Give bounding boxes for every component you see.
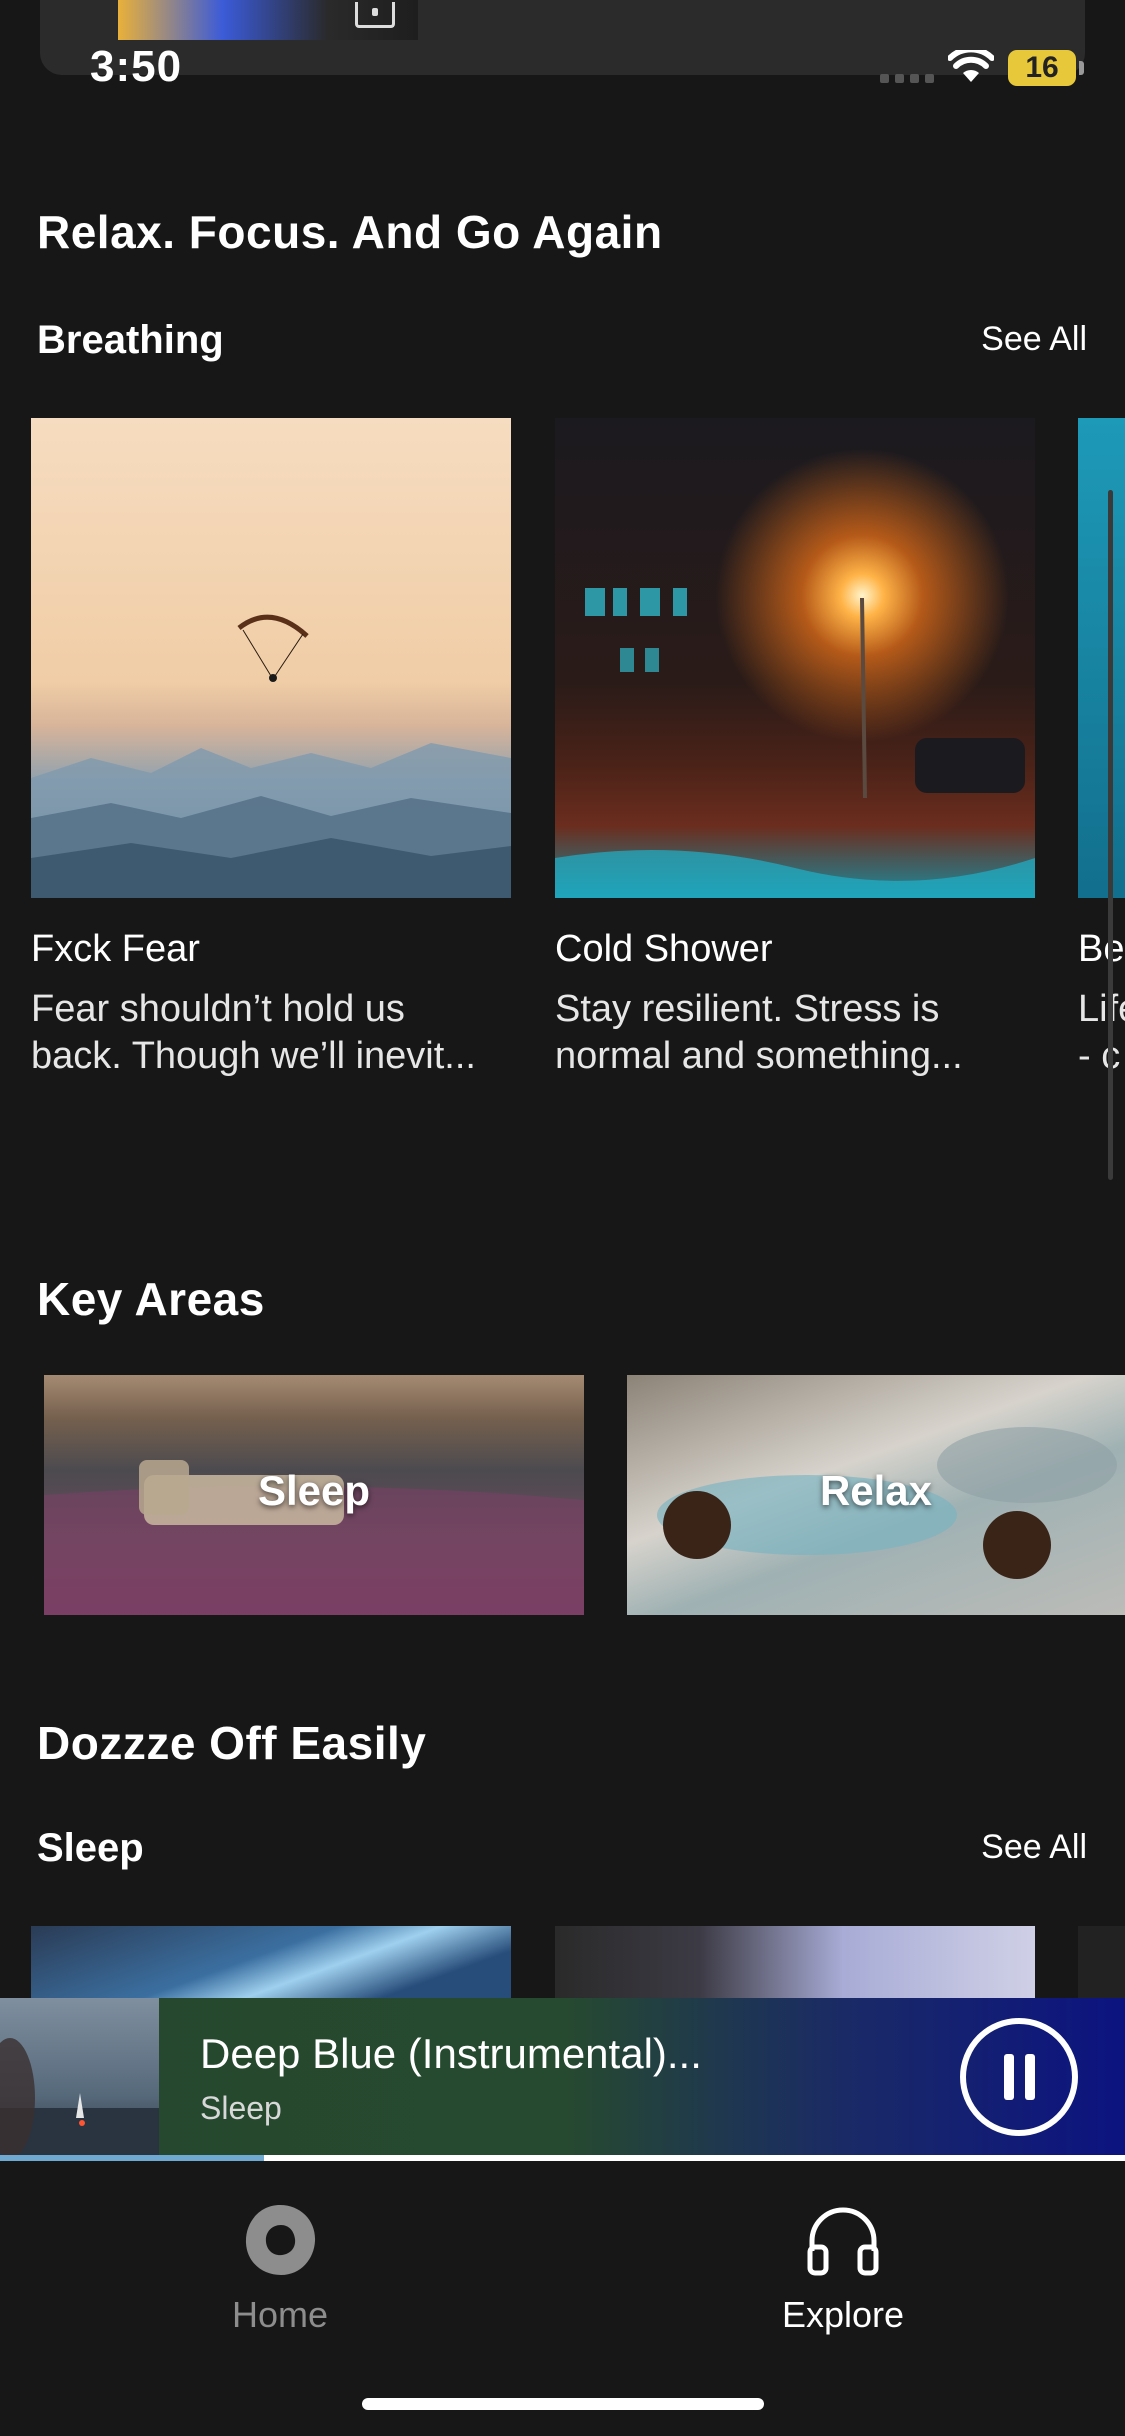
mini-player[interactable]: Deep Blue (Instrumental)... Sleep <box>0 1998 1125 2160</box>
breathing-see-all-link[interactable]: See All <box>981 320 1087 359</box>
card-title: Fxck Fear <box>31 928 200 970</box>
wifi-icon <box>948 50 994 82</box>
picture-in-picture-overlay[interactable] <box>40 0 1085 75</box>
section-title-key-areas: Key Areas <box>37 1273 265 1325</box>
status-time: 3:50 <box>90 42 183 91</box>
tab-label: Explore <box>781 2294 905 2335</box>
cellular-signal-icon <box>880 74 934 83</box>
card-image-night-street <box>555 418 1035 898</box>
card-description: Stay resilient. Stress is normal and som… <box>555 988 963 1077</box>
sleep-card[interactable] <box>31 1926 511 2001</box>
section-title-doze-off: Dozzze Off Easily <box>37 1717 427 1769</box>
breathing-card[interactable]: Cold Shower Stay resilient. Stress is no… <box>555 418 1035 1077</box>
card-title: Cold Shower <box>555 928 773 970</box>
status-bar: 3:50 16 <box>0 0 1125 120</box>
section-title-breathing: Breathing <box>37 318 224 362</box>
mini-player-artwork <box>0 1998 159 2160</box>
section-title-sleep: Sleep <box>37 1826 144 1870</box>
key-area-tile-sleep[interactable]: Sleep <box>44 1375 584 1615</box>
now-playing-subtitle: Sleep <box>200 2090 282 2126</box>
sleep-see-all-link[interactable]: See All <box>981 1828 1087 1867</box>
tab-home[interactable]: Home <box>130 2201 430 2336</box>
lock-icon <box>355 2 395 28</box>
tab-bar: Home Explore <box>0 2161 1125 2436</box>
horizontal-scroll-indicator <box>1108 490 1113 1180</box>
card-title: Be <box>1078 928 1125 970</box>
headphones-icon <box>807 2207 879 2276</box>
section-title-relax: Relax. Focus. And Go Again <box>37 206 663 258</box>
breathing-card[interactable]: Fxck Fear Fear shouldn’t hold us back. T… <box>31 418 511 1077</box>
now-playing-title: Deep Blue (Instrumental)... <box>200 2030 702 2077</box>
key-area-label: Relax <box>819 1467 933 1514</box>
battery-icon: 16 <box>1008 50 1084 86</box>
tab-explore[interactable]: Explore <box>693 2201 993 2336</box>
card-description: Life - c <box>1078 988 1125 1077</box>
home-indicator[interactable] <box>362 2398 764 2410</box>
key-area-tile-relax[interactable]: Relax <box>627 1375 1125 1615</box>
sleep-card[interactable] <box>555 1926 1035 2001</box>
sleep-card[interactable] <box>1078 1926 1125 2001</box>
breathing-card[interactable]: Be Life - c <box>1078 418 1125 1118</box>
card-image <box>1078 418 1125 898</box>
card-image-paraglider <box>31 418 511 898</box>
key-area-label: Sleep <box>257 1467 371 1514</box>
pause-button[interactable] <box>960 2018 1078 2136</box>
tab-label: Home <box>231 2294 329 2335</box>
home-blob-icon <box>245 2205 316 2275</box>
card-description: Fear shouldn’t hold us back. Though we’l… <box>31 988 476 1077</box>
